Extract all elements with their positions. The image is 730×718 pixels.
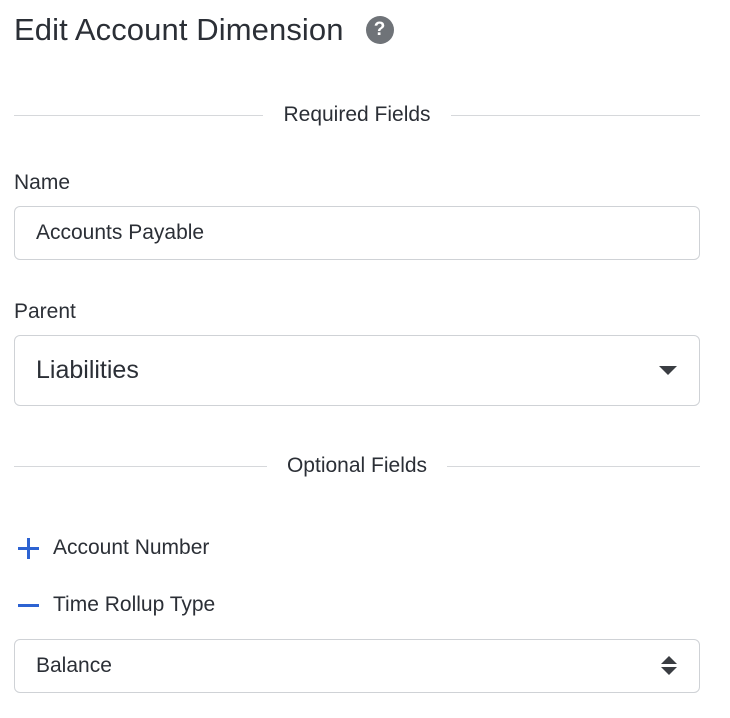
name-label: Name	[14, 171, 71, 194]
divider-rule-right	[447, 465, 701, 467]
divider-rule-right	[450, 114, 701, 116]
name-input[interactable]	[14, 206, 700, 260]
optional-fields-heading: Optional Fields	[286, 454, 428, 477]
title-row: Edit Account Dimension ?	[14, 8, 394, 52]
help-icon[interactable]: ?	[365, 16, 394, 44]
page-title: Edit Account Dimension	[14, 12, 344, 47]
up-down-arrows-icon	[661, 655, 677, 677]
optional-fields-divider: Optional Fields	[14, 454, 701, 478]
parent-label: Parent	[14, 300, 76, 323]
caret-down-icon	[659, 366, 677, 375]
time-rollup-type-toggle[interactable]: Time Rollup Type	[18, 590, 215, 620]
account-number-label: Account Number	[53, 536, 210, 559]
plus-icon	[18, 537, 39, 559]
required-fields-heading: Required Fields	[283, 103, 431, 126]
divider-rule-left	[14, 114, 264, 116]
time-rollup-type-select[interactable]: Balance	[14, 639, 700, 693]
divider-rule-left	[14, 465, 267, 467]
minus-icon	[18, 595, 39, 616]
parent-select[interactable]: Liabilities	[14, 335, 700, 406]
time-rollup-selected-value: Balance	[36, 654, 112, 677]
parent-selected-value: Liabilities	[36, 356, 139, 384]
time-rollup-type-label: Time Rollup Type	[53, 593, 216, 616]
required-fields-divider: Required Fields	[14, 103, 701, 127]
account-number-toggle[interactable]: Account Number	[18, 533, 209, 563]
